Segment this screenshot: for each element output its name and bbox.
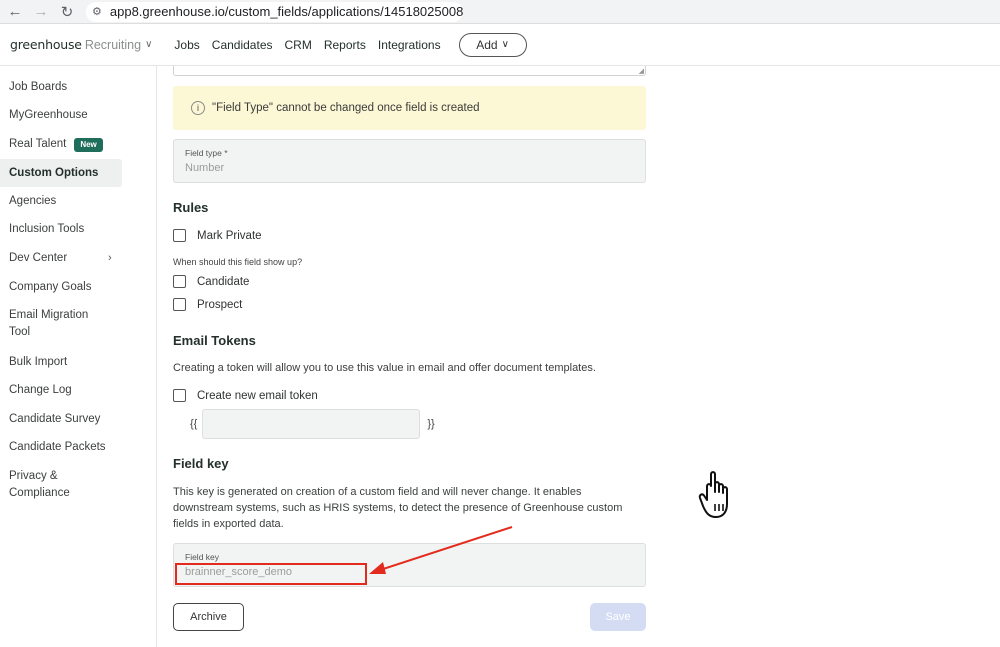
nav-links: Jobs Candidates CRM Reports Integrations bbox=[174, 38, 452, 52]
field-type-notice: i "Field Type" cannot be changed once fi… bbox=[173, 86, 646, 130]
sidebar-item-email-migration-tool[interactable]: Email Migration Tool bbox=[0, 307, 110, 341]
email-token-input[interactable] bbox=[202, 409, 421, 439]
sidebar-item-change-log[interactable]: Change Log bbox=[0, 382, 122, 399]
sidebar-item-bulk-import[interactable]: Bulk Import bbox=[0, 354, 122, 371]
show-up-question: When should this field show up? bbox=[173, 257, 303, 267]
back-icon[interactable]: ← bbox=[4, 1, 26, 23]
custom-field-form: ◢ i "Field Type" cannot be changed once … bbox=[157, 66, 1000, 647]
url-text: app8.greenhouse.io/custom_fields/applica… bbox=[109, 4, 464, 19]
sidebar-item-label: Change Log bbox=[9, 384, 72, 396]
sidebar-item-label: Privacy & Compliance bbox=[9, 470, 70, 499]
prospect-label: Prospect bbox=[197, 298, 243, 311]
hand-cursor-icon bbox=[698, 471, 728, 518]
sidebar-item-job-boards[interactable]: Job Boards bbox=[0, 79, 122, 96]
brand-switcher[interactable]: greenhouse Recruiting ∨ bbox=[10, 37, 152, 52]
sidebar-item-label: Custom Options bbox=[9, 166, 99, 179]
nav-link-jobs[interactable]: Jobs bbox=[174, 38, 199, 52]
create-token-label: Create new email token bbox=[197, 389, 318, 402]
sidebar-item-candidate-packets[interactable]: Candidate Packets bbox=[0, 439, 122, 456]
sidebar-item-label: Agencies bbox=[9, 195, 57, 207]
create-token-row[interactable]: Create new email token bbox=[173, 389, 318, 402]
sidebar-item-label: Real Talent bbox=[9, 138, 67, 150]
save-button[interactable]: Save bbox=[590, 603, 646, 631]
browser-toolbar: ← → ↻ ⚙ app8.greenhouse.io/custom_fields… bbox=[0, 0, 1000, 24]
new-badge: New bbox=[74, 137, 103, 152]
field-key-title: Field key bbox=[173, 456, 229, 471]
candidate-row[interactable]: Candidate bbox=[173, 275, 249, 288]
nav-link-candidates[interactable]: Candidates bbox=[212, 38, 273, 52]
resize-handle-icon[interactable]: ◢ bbox=[639, 67, 644, 75]
sidebar-item-company-goals[interactable]: Company Goals bbox=[0, 279, 122, 296]
sidebar-item-mygreenhouse[interactable]: MyGreenhouse bbox=[0, 107, 122, 124]
token-row: {{ }} bbox=[190, 409, 435, 439]
sidebar-item-dev-center[interactable]: Dev Center › bbox=[0, 250, 122, 267]
nav-link-crm[interactable]: CRM bbox=[285, 38, 312, 52]
mark-private-label: Mark Private bbox=[197, 229, 262, 242]
archive-button[interactable]: Archive bbox=[173, 603, 244, 631]
sidebar-item-agencies[interactable]: Agencies bbox=[0, 193, 122, 210]
sidebar-item-custom-options[interactable]: Custom Options bbox=[0, 159, 122, 187]
sidebar-item-label: Candidate Survey bbox=[9, 413, 101, 425]
chevron-down-icon: ∨ bbox=[501, 39, 509, 50]
sidebar-item-label: Bulk Import bbox=[9, 356, 68, 368]
reload-icon[interactable]: ↻ bbox=[56, 1, 78, 23]
mark-private-checkbox[interactable] bbox=[173, 229, 186, 242]
rules-title: Rules bbox=[173, 200, 209, 215]
create-token-checkbox[interactable] bbox=[173, 389, 186, 402]
chevron-down-icon: ∨ bbox=[145, 39, 153, 50]
brand-product: Recruiting bbox=[84, 37, 142, 52]
sidebar: Job Boards MyGreenhouse Real Talent New … bbox=[0, 66, 157, 647]
field-type-value: Number bbox=[185, 162, 225, 174]
description-textarea[interactable]: ◢ bbox=[173, 66, 646, 76]
field-type-field: Field type * Number bbox=[173, 139, 646, 183]
email-tokens-description: Creating a token will allow you to use t… bbox=[173, 362, 596, 374]
prospect-row[interactable]: Prospect bbox=[173, 298, 242, 311]
notice-text: "Field Type" cannot be changed once fiel… bbox=[212, 102, 480, 114]
info-icon: i bbox=[191, 101, 205, 115]
sidebar-item-candidate-survey[interactable]: Candidate Survey bbox=[0, 411, 122, 428]
candidate-checkbox[interactable] bbox=[173, 275, 186, 288]
sidebar-item-inclusion-tools[interactable]: Inclusion Tools bbox=[0, 221, 122, 238]
prospect-checkbox[interactable] bbox=[173, 298, 186, 311]
sidebar-item-label: Candidate Packets bbox=[9, 441, 106, 453]
site-settings-icon[interactable]: ⚙ bbox=[92, 5, 102, 18]
sidebar-item-label: MyGreenhouse bbox=[9, 109, 88, 121]
sidebar-item-label: Dev Center bbox=[9, 252, 68, 264]
nav-link-reports[interactable]: Reports bbox=[324, 38, 366, 52]
nav-link-integrations[interactable]: Integrations bbox=[378, 38, 441, 52]
address-bar[interactable]: ⚙ app8.greenhouse.io/custom_fields/appli… bbox=[86, 1, 464, 22]
top-navigation: greenhouse Recruiting ∨ Jobs Candidates … bbox=[0, 24, 1000, 66]
sidebar-item-label: Inclusion Tools bbox=[9, 223, 85, 235]
mark-private-row[interactable]: Mark Private bbox=[173, 229, 262, 242]
token-open-braces: {{ bbox=[190, 418, 198, 430]
forward-icon[interactable]: → bbox=[30, 1, 52, 23]
field-key-highlight bbox=[175, 563, 367, 585]
sidebar-item-label: Email Migration Tool bbox=[9, 309, 89, 338]
token-close-braces: }} bbox=[427, 418, 435, 430]
candidate-label: Candidate bbox=[197, 275, 250, 288]
field-type-label: Field type * bbox=[185, 148, 228, 158]
brand-logo: greenhouse bbox=[10, 37, 82, 52]
sidebar-item-label: Job Boards bbox=[9, 81, 68, 93]
sidebar-item-label: Company Goals bbox=[9, 281, 92, 293]
annotation-arrow-icon bbox=[369, 526, 513, 574]
sidebar-item-real-talent[interactable]: Real Talent New bbox=[0, 136, 122, 153]
sidebar-item-privacy-compliance[interactable]: Privacy & Compliance bbox=[0, 468, 90, 502]
add-button-label: Add bbox=[476, 37, 498, 52]
add-button[interactable]: Add ∨ bbox=[458, 32, 527, 57]
field-key-label: Field key bbox=[185, 552, 220, 562]
chevron-right-icon: › bbox=[108, 252, 112, 264]
email-tokens-title: Email Tokens bbox=[173, 333, 256, 348]
